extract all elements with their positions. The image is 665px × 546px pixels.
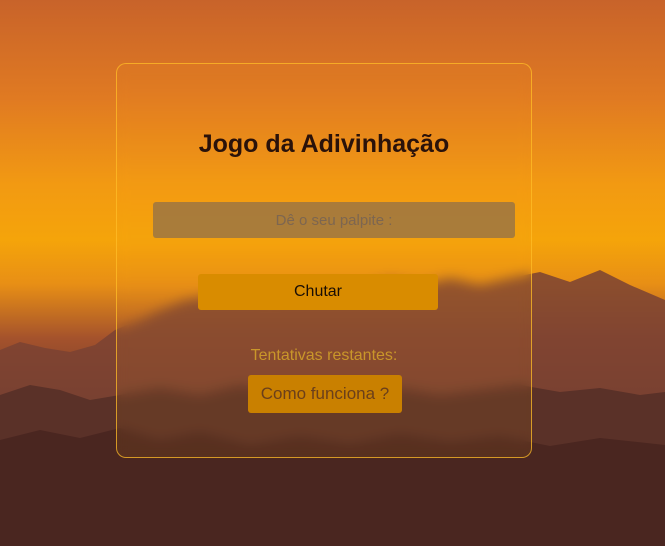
guess-input[interactable] xyxy=(153,202,515,238)
guess-button[interactable]: Chutar xyxy=(198,274,438,310)
attempts-remaining-label: Tentativas restantes: xyxy=(250,347,398,364)
how-it-works-button[interactable]: Como funciona ? xyxy=(248,375,402,413)
game-title: Jogo da Adivinhação xyxy=(198,130,450,158)
game-card: Jogo da Adivinhação Chutar Tentativas re… xyxy=(116,63,532,458)
